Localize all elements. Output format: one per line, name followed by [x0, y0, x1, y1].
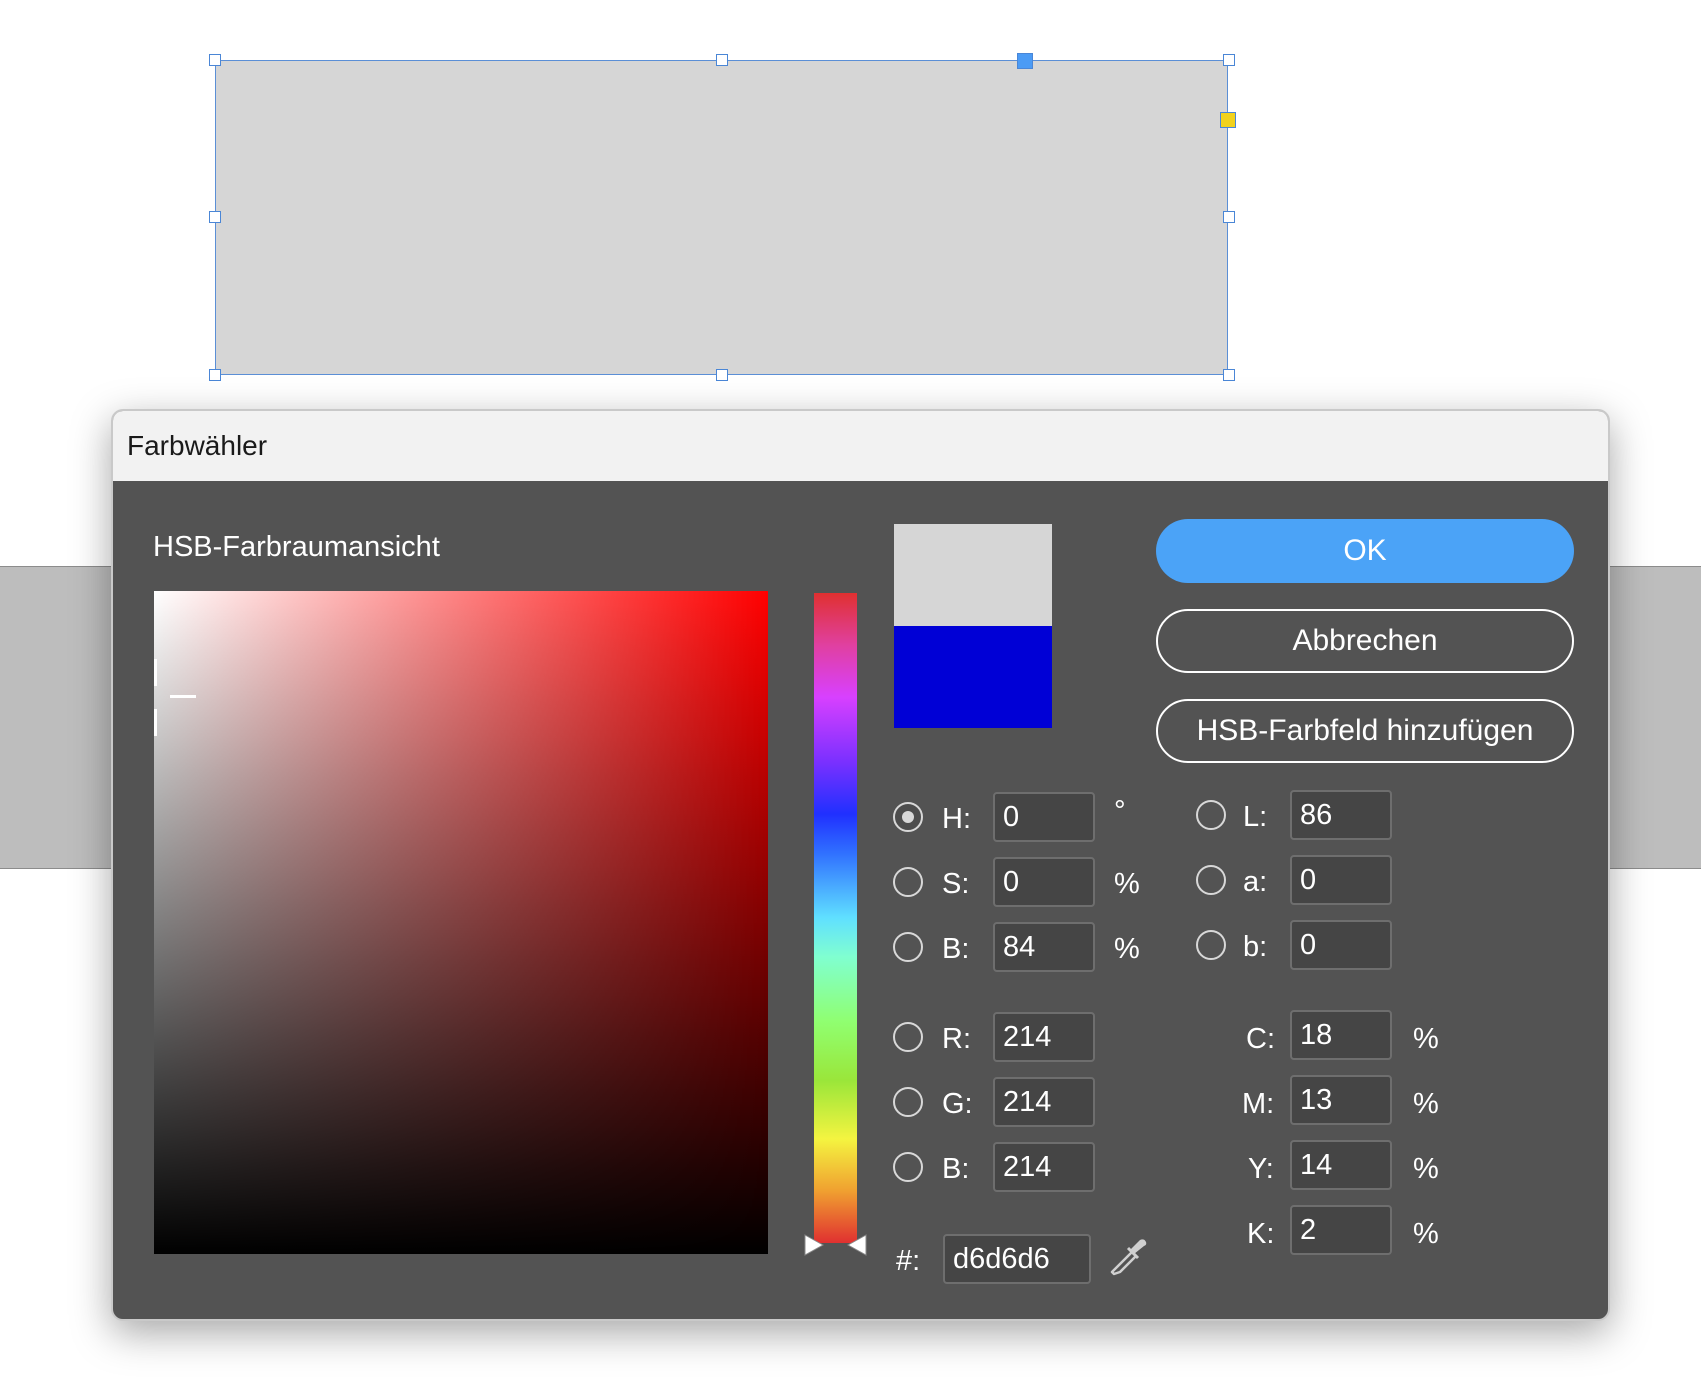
- frame-handle-bottom-right[interactable]: [1223, 369, 1235, 381]
- yellow-label: Y:: [1248, 1153, 1274, 1185]
- add-hsb-swatch-button[interactable]: HSB-Farbfeld hinzufügen: [1156, 699, 1574, 763]
- hue-slider-strip[interactable]: [814, 593, 857, 1243]
- yellow-field[interactable]: [1290, 1140, 1392, 1190]
- cyan-unit: %: [1413, 1023, 1439, 1055]
- hex-label: #:: [896, 1245, 921, 1277]
- frame-handle-top-left[interactable]: [209, 54, 221, 66]
- radio-green[interactable]: [893, 1087, 923, 1117]
- cyan-label: C:: [1246, 1023, 1275, 1055]
- lab-b-field[interactable]: [1290, 920, 1392, 970]
- brightness-label: B:: [942, 933, 970, 965]
- blue-label: B:: [942, 1153, 970, 1185]
- frame-handle-middle-right[interactable]: [1223, 211, 1235, 223]
- radio-hue[interactable]: [893, 802, 923, 832]
- lightness-label: L:: [1243, 801, 1268, 833]
- black-unit: %: [1413, 1218, 1439, 1250]
- frame-handle-bottom-center[interactable]: [716, 369, 728, 381]
- new-color-swatch: [894, 524, 1052, 626]
- radio-lightness[interactable]: [1196, 800, 1226, 830]
- red-label: R:: [942, 1023, 971, 1055]
- black-label: K:: [1247, 1218, 1275, 1250]
- green-field[interactable]: [993, 1077, 1095, 1127]
- cyan-field[interactable]: [1290, 1010, 1392, 1060]
- saturation-unit: %: [1114, 868, 1140, 900]
- frame-handle-top-right[interactable]: [1223, 54, 1235, 66]
- dialog-titlebar[interactable]: Farbwähler: [113, 411, 1608, 481]
- magenta-label: M:: [1242, 1088, 1275, 1120]
- hue-slider-handle[interactable]: [803, 1233, 868, 1257]
- degree-unit: °: [1114, 795, 1126, 827]
- hex-field[interactable]: [943, 1234, 1091, 1284]
- frame-handle-top-anchor[interactable]: [1017, 53, 1033, 69]
- radio-saturation[interactable]: [893, 867, 923, 897]
- green-label: G:: [942, 1088, 973, 1120]
- color-picker-dialog: Farbwähler HSB-Farbraumansicht OK Abbrec…: [111, 409, 1610, 1321]
- lab-a-field[interactable]: [1290, 855, 1392, 905]
- lab-b-label: b:: [1243, 931, 1268, 963]
- saturation-field[interactable]: [993, 857, 1095, 907]
- magenta-field[interactable]: [1290, 1075, 1392, 1125]
- hue-field[interactable]: [993, 792, 1095, 842]
- saturation-brightness-field[interactable]: [154, 591, 768, 1254]
- cancel-button[interactable]: Abbrechen: [1156, 609, 1574, 673]
- saturation-label: S:: [942, 868, 970, 900]
- radio-brightness[interactable]: [893, 932, 923, 962]
- frame-handle-top-center[interactable]: [716, 54, 728, 66]
- lab-a-label: a:: [1243, 866, 1268, 898]
- selected-rectangle-frame[interactable]: [215, 60, 1228, 375]
- lightness-field[interactable]: [1290, 790, 1392, 840]
- frame-corner-options-handle[interactable]: [1220, 112, 1236, 128]
- field-crosshair-lower: [154, 709, 157, 736]
- hue-label: H:: [942, 803, 971, 835]
- color-space-label: HSB-Farbraumansicht: [153, 531, 440, 563]
- original-color-swatch[interactable]: [894, 626, 1052, 728]
- blue-field[interactable]: [993, 1142, 1095, 1192]
- dialog-title: Farbwähler: [127, 430, 268, 461]
- radio-red[interactable]: [893, 1022, 923, 1052]
- radio-lab-b[interactable]: [1196, 930, 1226, 960]
- magenta-unit: %: [1413, 1088, 1439, 1120]
- red-field[interactable]: [993, 1012, 1095, 1062]
- frame-handle-bottom-left[interactable]: [209, 369, 221, 381]
- brightness-field[interactable]: [993, 922, 1095, 972]
- black-field[interactable]: [1290, 1205, 1392, 1255]
- radio-blue[interactable]: [893, 1152, 923, 1182]
- field-crosshair-horizontal: [170, 695, 196, 698]
- field-crosshair-upper: [154, 659, 157, 686]
- eyedropper-icon[interactable]: [1106, 1234, 1150, 1278]
- yellow-unit: %: [1413, 1153, 1439, 1185]
- frame-handle-middle-left[interactable]: [209, 211, 221, 223]
- radio-lab-a[interactable]: [1196, 865, 1226, 895]
- ok-button[interactable]: OK: [1156, 519, 1574, 583]
- brightness-unit: %: [1114, 933, 1140, 965]
